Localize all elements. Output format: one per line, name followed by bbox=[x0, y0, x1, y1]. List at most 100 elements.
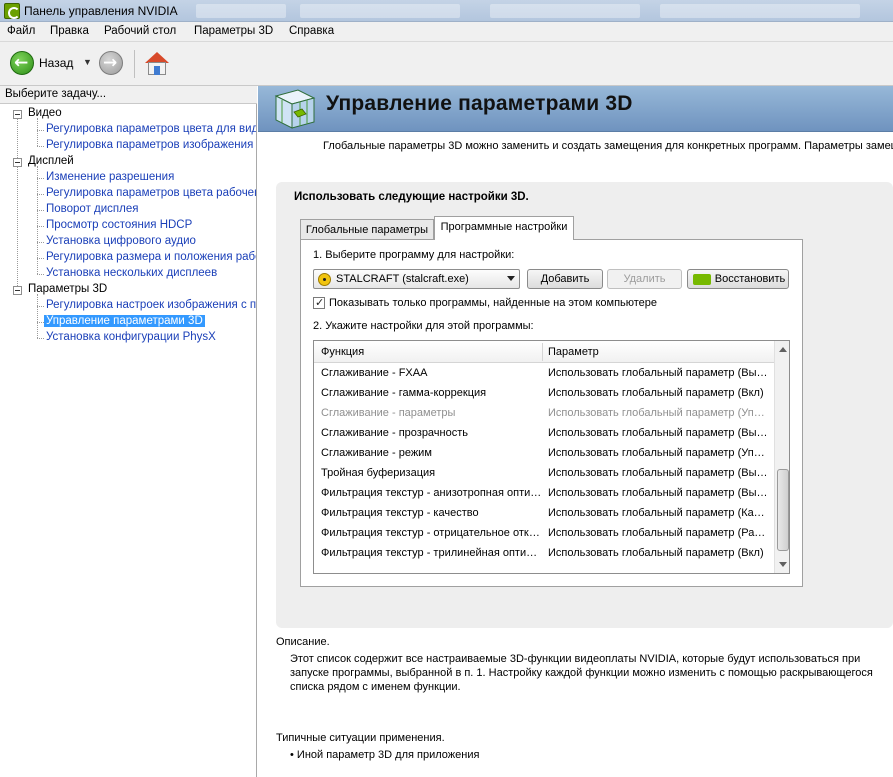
delete-program-button[interactable]: Удалить bbox=[607, 269, 682, 289]
step2-label: 2. Укажите настройки для этой программы: bbox=[313, 320, 534, 332]
usage-label: Типичные ситуации применения. bbox=[276, 732, 445, 744]
tree-item-change-resolution[interactable]: Изменение разрешения bbox=[46, 171, 174, 183]
grid-row[interactable]: Сглаживание - прозрачность Использовать г… bbox=[314, 424, 774, 444]
add-program-button-label: Добавить bbox=[540, 273, 590, 285]
grid-cell-value[interactable]: Использовать глобальный параметр (Выкл) bbox=[548, 487, 770, 499]
tree-item-desktop-color[interactable]: Регулировка параметров цвета рабочего ст… bbox=[46, 187, 256, 199]
grid-cell-value[interactable]: Использовать глобальный параметр (Управл… bbox=[548, 447, 770, 459]
delete-program-button-label: Удалить bbox=[623, 273, 666, 285]
grid-row[interactable]: Сглаживание - параметры Использовать глоб… bbox=[314, 404, 774, 424]
grid-cell-value[interactable]: Использовать глобальный параметр (Разреш… bbox=[548, 527, 770, 539]
grid-column-function[interactable]: Функция bbox=[321, 346, 364, 358]
grid-row[interactable]: Фильтрация текстур - анизотропная оптим и… bbox=[314, 484, 774, 504]
home-icon[interactable] bbox=[144, 51, 170, 77]
program-settings-panel: 1. Выберите программу для настройки: STA… bbox=[300, 239, 803, 587]
tab-program-settings-label: Программные настройки bbox=[440, 221, 568, 233]
tab-global-settings[interactable]: Глобальные параметры bbox=[300, 219, 434, 239]
grid-cell-value[interactable]: Использовать глобальный параметр (Управл… bbox=[548, 407, 770, 419]
task-tree[interactable]: Видео Регулировка параметров цвета для в… bbox=[0, 104, 256, 777]
tree-item-rotate-display[interactable]: Поворот дисплея bbox=[46, 203, 138, 215]
chevron-down-icon bbox=[507, 276, 515, 281]
tree-connector bbox=[37, 118, 38, 146]
tree-item-desktop-size[interactable]: Регулировка размера и положения рабочего… bbox=[46, 251, 256, 263]
task-pane-header-label: Выберите задачу... bbox=[5, 88, 107, 100]
grid-cell-value[interactable]: Использовать глобальный параметр (Вкл) bbox=[548, 547, 770, 559]
tree-category-3d-settings[interactable]: Параметры 3D bbox=[28, 283, 107, 295]
grid-cell-function: Фильтрация текстур - анизотропная оптими… bbox=[321, 487, 543, 499]
task-pane-header: Выберите задачу... bbox=[0, 86, 257, 104]
add-program-button[interactable]: Добавить bbox=[527, 269, 603, 289]
grid-cell-value[interactable]: Использовать глобальный параметр (Выкл) bbox=[548, 367, 770, 379]
program-select[interactable]: STALCRAFT (stalcraft.exe) bbox=[313, 269, 520, 289]
step1-label: 1. Выберите программу для настройки: bbox=[313, 249, 515, 261]
program-select-value: STALCRAFT (stalcraft.exe) bbox=[336, 273, 469, 285]
grid-row[interactable]: Фильтрация текстур - трилинейная оптимиз… bbox=[314, 544, 774, 564]
menu-3d-settings[interactable]: Параметры 3D bbox=[194, 25, 273, 37]
title-bar[interactable]: Панель управления NVIDIA bbox=[0, 0, 893, 22]
background-tab-blur bbox=[490, 4, 640, 18]
window-title: Панель управления NVIDIA bbox=[24, 4, 178, 18]
collapse-display-icon[interactable] bbox=[13, 158, 22, 167]
grid-cell-function: Сглаживание - гамма-коррекция bbox=[321, 387, 487, 399]
usage-list-item: • Иной параметр 3D для приложения bbox=[290, 749, 480, 761]
scroll-up-icon[interactable] bbox=[779, 347, 787, 352]
grid-cell-function: Сглаживание - режим bbox=[321, 447, 432, 459]
grid-cell-value[interactable]: Использовать глобальный параметр (Выкл) bbox=[548, 467, 770, 479]
description-text: Этот список содержит все настраиваемые 3… bbox=[290, 653, 873, 693]
collapse-3d-settings-icon[interactable] bbox=[13, 286, 22, 295]
nvidia-app-icon bbox=[4, 3, 20, 19]
grid-column-value[interactable]: Параметр bbox=[548, 346, 599, 358]
tree-category-video[interactable]: Видео bbox=[28, 107, 62, 119]
tree-item-manage-3d-settings[interactable]: Управление параметрами 3D bbox=[44, 315, 205, 327]
tab-global-settings-label: Глобальные параметры bbox=[305, 224, 429, 236]
menu-file[interactable]: Файл bbox=[7, 25, 35, 37]
tree-item-video-color[interactable]: Регулировка параметров цвета для видео bbox=[46, 123, 256, 135]
grid-cell-function: Фильтрация текстур - отрицательное откло… bbox=[321, 527, 543, 539]
tree-item-video-image[interactable]: Регулировка параметров изображения для в… bbox=[46, 139, 256, 151]
feature-settings-grid[interactable]: Функция Параметр Сглаживание - FXAA Испол… bbox=[313, 340, 790, 574]
grid-scrollbar[interactable] bbox=[774, 341, 789, 573]
tree-category-display[interactable]: Дисплей bbox=[28, 155, 74, 167]
grid-row[interactable]: Тройная буферизация Использовать глобальн… bbox=[314, 464, 774, 484]
restore-button[interactable]: Восстановить bbox=[687, 269, 789, 289]
back-history-dropdown-icon[interactable]: ▼ bbox=[83, 57, 92, 67]
grid-cell-function: Сглаживание - FXAA bbox=[321, 367, 428, 379]
forward-arrow-icon[interactable] bbox=[99, 51, 123, 75]
grid-cell-value[interactable]: Использовать глобальный параметр (Выкл) bbox=[548, 427, 770, 439]
grid-cell-value[interactable]: Использовать глобальный параметр (Вкл) bbox=[548, 387, 770, 399]
background-tab-blur bbox=[196, 4, 286, 18]
tab-program-settings[interactable]: Программные настройки bbox=[434, 216, 574, 240]
scroll-thumb[interactable] bbox=[777, 469, 789, 551]
restore-button-label: Восстановить bbox=[714, 273, 786, 285]
grid-cell-function: Фильтрация текстур - качество bbox=[321, 507, 479, 519]
show-only-found-checkbox[interactable] bbox=[313, 296, 325, 309]
tree-item-image-settings-preview[interactable]: Регулировка настроек изображения с просм… bbox=[46, 299, 256, 311]
back-arrow-icon[interactable] bbox=[10, 51, 34, 75]
tree-connector bbox=[17, 118, 18, 294]
grid-row[interactable]: Сглаживание - режим Использовать глобальн… bbox=[314, 444, 774, 464]
tree-item-hdcp-status[interactable]: Просмотр состояния HDCP bbox=[46, 219, 192, 231]
grid-row[interactable]: Фильтрация текстур - отрицательное откло… bbox=[314, 524, 774, 544]
menu-edit[interactable]: Правка bbox=[50, 25, 89, 37]
tree-item-multiple-displays[interactable]: Установка нескольких дисплеев bbox=[46, 267, 217, 279]
grid-row[interactable]: Сглаживание - FXAA Использовать глобальны… bbox=[314, 364, 774, 384]
menu-bar: Файл Правка Рабочий стол Параметры 3D Сп… bbox=[0, 22, 893, 42]
scroll-down-icon[interactable] bbox=[779, 562, 787, 567]
grid-row[interactable]: Фильтрация текстур - качество Использоват… bbox=[314, 504, 774, 524]
menu-help[interactable]: Справка bbox=[289, 25, 334, 37]
3d-settings-icon bbox=[274, 89, 316, 129]
toolbar-separator bbox=[134, 50, 135, 78]
grid-row[interactable]: Сглаживание - гамма-коррекция Использоват… bbox=[314, 384, 774, 404]
tree-item-physx-config[interactable]: Установка конфигурации PhysX bbox=[46, 331, 216, 343]
radiation-program-icon bbox=[318, 273, 331, 286]
collapse-video-icon[interactable] bbox=[13, 110, 22, 119]
back-button-label[interactable]: Назад bbox=[39, 56, 73, 70]
tree-connector bbox=[37, 294, 38, 338]
task-pane: Выберите задачу... Видео Регулировка пар… bbox=[0, 86, 257, 777]
menu-desktop[interactable]: Рабочий стол bbox=[104, 25, 176, 37]
show-only-found-label[interactable]: Показывать только программы, найденные н… bbox=[329, 297, 657, 309]
background-tab-blur bbox=[300, 4, 460, 18]
grid-cell-value[interactable]: Использовать глобальный параметр (Качест… bbox=[548, 507, 770, 519]
settings-panel: Использовать следующие настройки 3D. Гло… bbox=[276, 182, 893, 628]
tree-item-digital-audio[interactable]: Установка цифрового аудио bbox=[46, 235, 196, 247]
